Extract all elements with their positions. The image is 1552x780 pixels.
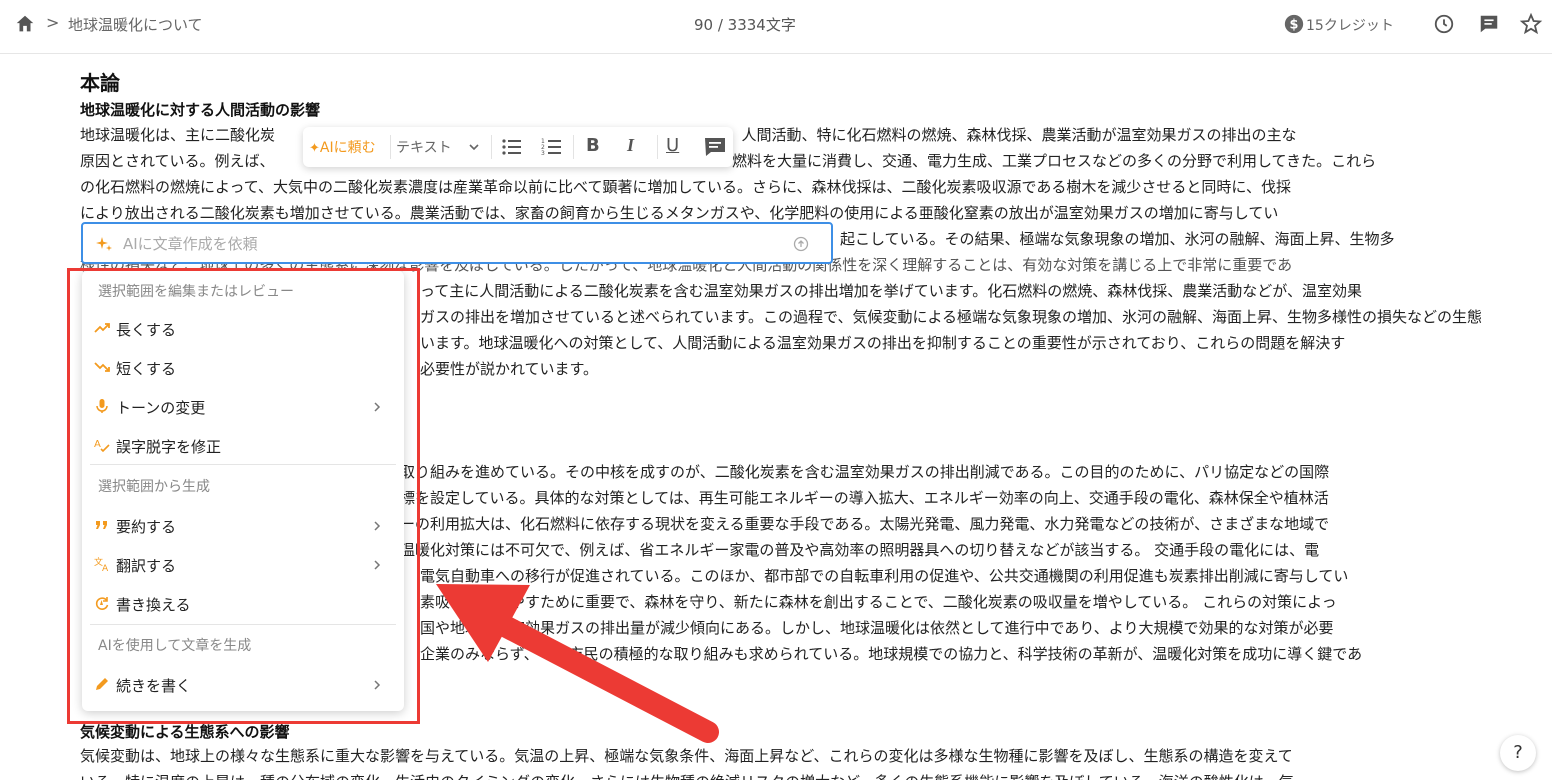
menu-item-change-tone[interactable]: トーンの変更 bbox=[82, 389, 404, 425]
text-line: 温暖化対策には不可欠で、例えば、省エネルギー家電の普及や高効率の照明器具への切り… bbox=[400, 541, 1320, 559]
text-line: 燃料を大量に消費し、交通、電力生成、工業プロセスなどの多くの分野で利用してきた。… bbox=[732, 152, 1377, 170]
comment-icon[interactable] bbox=[702, 135, 728, 159]
menu-divider bbox=[90, 624, 396, 625]
text-style-dropdown[interactable]: テキスト bbox=[396, 137, 452, 157]
italic-button[interactable]: I bbox=[627, 135, 634, 156]
history-icon[interactable] bbox=[1433, 13, 1455, 35]
menu-item-shorten[interactable]: 短くする bbox=[82, 350, 404, 386]
comment-icon[interactable] bbox=[1477, 13, 1501, 35]
text-line: 素吸収源を増やすために重要で、森林を守り、新たに森林を創出することで、二酸化炭素… bbox=[420, 593, 1337, 611]
bold-button[interactable]: B bbox=[586, 135, 600, 156]
trend-up-icon bbox=[94, 323, 110, 333]
text-line: いる。特に温度の上昇は、種の分布域の変化、生活史のタイミングの変化、さらには生物… bbox=[80, 769, 1294, 780]
text-line: 起こしている。その結果、極端な気象現象の増加、氷河の融解、海面上昇、生物多 bbox=[840, 230, 1395, 248]
menu-item-rewrite[interactable]: 書き換える bbox=[82, 586, 404, 622]
menu-item-fix-typos[interactable]: A 誤字脱字を修正 bbox=[82, 428, 404, 464]
top-bar: > 地球温暖化について 90 / 3334文字 $ 15クレジット bbox=[0, 0, 1552, 54]
trend-down-icon bbox=[94, 362, 110, 372]
text-line: 取り組みを進めている。その中核を成すのが、二酸化炭素を含む温室効果ガスの排出削減… bbox=[400, 463, 1330, 481]
svg-text:$: $ bbox=[1290, 18, 1299, 33]
format-toolbar: ✦AIに頼む テキスト 1 2 3 B I U bbox=[303, 127, 733, 167]
toolbar-divider bbox=[573, 135, 574, 159]
text-line: 標を設定している。具体的な対策としては、再生可能エネルギーの導入拡大、エネルギー… bbox=[400, 489, 1329, 507]
microphone-icon bbox=[96, 399, 108, 413]
text-line: って主に人間活動による二酸化炭素を含む温室効果ガスの排出増加を挙げています。化石… bbox=[420, 282, 1363, 300]
chevron-right-icon bbox=[374, 560, 381, 570]
svg-text:A: A bbox=[102, 564, 109, 572]
chevron-right-icon bbox=[374, 680, 381, 690]
text-line: の化石燃料の燃焼によって、大気中の二酸化炭素濃度は産業革命以前に比べて顕著に増加… bbox=[80, 178, 1291, 196]
pencil-icon bbox=[96, 678, 108, 690]
ai-prompt-box[interactable] bbox=[81, 222, 833, 264]
menu-item-translate[interactable]: 文 A 翻訳する bbox=[82, 547, 404, 583]
home-icon[interactable] bbox=[14, 13, 36, 35]
menu-item-lengthen[interactable]: 長くする bbox=[82, 311, 404, 347]
menu-group-header: AIを使用して文章を生成 bbox=[98, 638, 252, 654]
text-line: 国や地域で温室効果ガスの排出量が減少傾向にある。しかし、地球温暖化は依然として進… bbox=[420, 619, 1334, 637]
menu-group-header: 選択範囲を編集またはレビュー bbox=[98, 284, 294, 300]
section-heading: 地球温暖化に対する人間活動の影響 bbox=[80, 101, 321, 119]
text-line: ガスの排出を増加させていると述べられています。この過程で、気候変動による極端な気… bbox=[420, 308, 1483, 326]
text-line: ーの利用拡大は、化石燃料に依存する現状を変える重要な手段である。太陽光発電、風力… bbox=[400, 515, 1330, 533]
menu-item-summarize[interactable]: 要約する bbox=[82, 508, 404, 544]
section-heading: 気候変動による生態系への影響 bbox=[80, 723, 290, 741]
svg-text:3: 3 bbox=[541, 150, 545, 157]
sparkle-icon bbox=[96, 237, 112, 251]
svg-text:A: A bbox=[94, 439, 101, 450]
star-icon[interactable] bbox=[1519, 12, 1543, 36]
text-line: 必要性が説かれています。 bbox=[420, 360, 599, 378]
chevron-right-icon bbox=[374, 402, 381, 412]
rewrite-icon bbox=[95, 597, 109, 610]
menu-item-continue-writing[interactable]: 続きを書く bbox=[82, 667, 404, 703]
text-line: 電気自動車への移行が促進されている。このほか、都市部での自転車利用の促進や、公共… bbox=[420, 567, 1349, 585]
ai-action-menu: 選択範囲を編集またはレビュー 長くする 短くする トーンの変更 A 誤字脱字を修… bbox=[82, 271, 404, 711]
menu-divider bbox=[90, 464, 396, 465]
help-button[interactable]: ? bbox=[1500, 735, 1536, 771]
text-line: 気候変動は、地球上の様々な生態系に重大な影響を与えている。気温の上昇、極端な気象… bbox=[80, 747, 1293, 765]
text-line: います。地球温暖化への対策として、人間活動による温室効果ガスの排出を抑制すること… bbox=[420, 334, 1346, 352]
underline-button[interactable]: U bbox=[666, 135, 679, 156]
credit-icon[interactable]: $ bbox=[1283, 13, 1305, 35]
text-line: 地球温暖化は、主に二酸化炭 bbox=[80, 126, 276, 144]
toolbar-divider bbox=[390, 135, 391, 159]
chevron-down-icon[interactable] bbox=[468, 141, 480, 153]
text-line: 企業のみならず、一般市民の積極的な取り組みも求められている。地球規模での協力と、… bbox=[420, 645, 1363, 663]
spellcheck-icon: A bbox=[94, 439, 110, 453]
send-icon[interactable] bbox=[793, 236, 809, 252]
section-title: 本論 bbox=[80, 71, 120, 95]
credit-balance[interactable]: 15クレジット bbox=[1306, 15, 1394, 35]
chevron-right-icon bbox=[374, 521, 381, 531]
ask-ai-button[interactable]: ✦AIに頼む bbox=[309, 137, 376, 157]
bullet-list-icon[interactable] bbox=[499, 135, 525, 159]
toolbar-divider bbox=[491, 135, 492, 159]
numbered-list-icon[interactable]: 1 2 3 bbox=[539, 135, 565, 159]
text-line: 原因とされている。例えば、 bbox=[80, 152, 275, 170]
breadcrumb-separator: > bbox=[46, 13, 60, 32]
quote-icon bbox=[96, 521, 107, 529]
translate-icon: 文 A bbox=[94, 556, 109, 572]
ai-prompt-input[interactable] bbox=[121, 230, 785, 258]
document-title[interactable]: 地球温暖化について bbox=[68, 14, 203, 35]
menu-group-header: 選択範囲から生成 bbox=[98, 479, 210, 495]
sparkle-icon: ✦ bbox=[309, 141, 320, 156]
text-line: 行している。人間活動、特に化石燃料の燃焼、森林伐採、農業活動が温室効果ガスの排出… bbox=[652, 126, 1297, 144]
character-count: 90 / 3334文字 bbox=[694, 16, 796, 34]
toolbar-divider bbox=[657, 135, 658, 159]
